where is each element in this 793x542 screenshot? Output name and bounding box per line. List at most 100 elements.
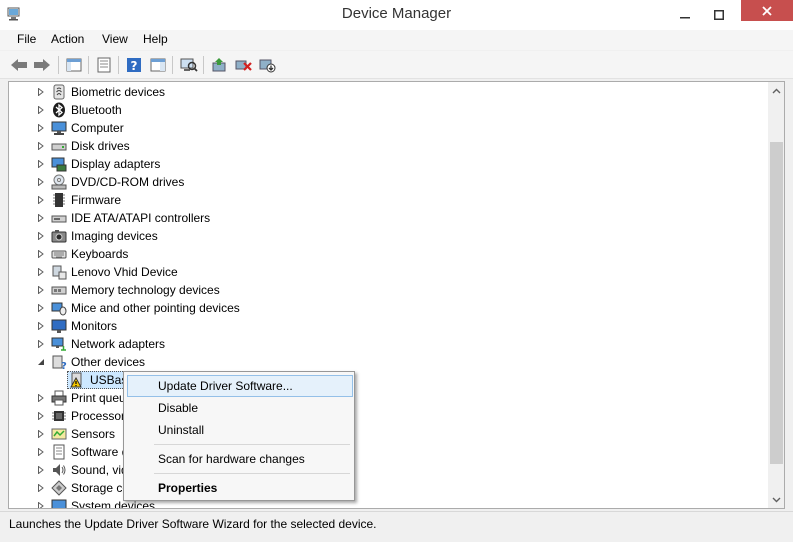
title-bar[interactable]: Device Manager (0, 0, 793, 30)
expand-arrow-icon[interactable] (36, 321, 46, 331)
expand-arrow-icon[interactable] (36, 231, 46, 241)
expand-arrow-icon[interactable] (36, 339, 46, 349)
tree-item-label: Memory technology devices (71, 283, 220, 297)
scroll-up-button[interactable] (768, 82, 784, 99)
collapse-arrow-icon[interactable] (36, 357, 46, 367)
properties-icon (97, 57, 111, 73)
tree-item-disk-drives[interactable]: Disk drives (9, 137, 769, 155)
expand-arrow-icon[interactable] (36, 393, 46, 403)
expand-arrow-icon[interactable] (36, 285, 46, 295)
back-button[interactable] (9, 55, 29, 75)
expand-arrow-icon[interactable] (36, 177, 46, 187)
warning-device-icon (69, 372, 85, 388)
scan-hardware-button[interactable] (179, 55, 199, 75)
tree-item-other-devices[interactable]: ? Other devices (9, 353, 769, 372)
show-hide-tree-icon (66, 58, 82, 72)
expand-arrow-icon[interactable] (36, 267, 46, 277)
expand-arrow-icon[interactable] (36, 87, 46, 97)
tree-item-network-adapters[interactable]: Network adapters (9, 335, 769, 353)
menu-view[interactable]: View (102, 32, 128, 46)
help-button[interactable]: ? (124, 55, 144, 75)
tree-item-computer[interactable]: Computer (9, 119, 769, 137)
toolbar-separator (172, 56, 173, 74)
action-pane-button[interactable] (148, 55, 168, 75)
tree-item-dvd-drives[interactable]: DVD/CD-ROM drives (9, 173, 769, 191)
system-device-icon (51, 498, 67, 508)
status-bar: Launches the Update Driver Software Wiza… (0, 511, 793, 535)
expand-arrow-icon[interactable] (36, 411, 46, 421)
expand-arrow-icon[interactable] (36, 465, 46, 475)
status-text: Launches the Update Driver Software Wiza… (9, 517, 377, 531)
menu-item-label: Disable (158, 401, 199, 415)
menu-file[interactable]: File (17, 32, 36, 46)
disable-device-button[interactable] (258, 55, 278, 75)
expand-arrow-icon[interactable] (36, 447, 46, 457)
tree-item-imaging-devices[interactable]: Imaging devices (9, 227, 769, 245)
chevron-up-icon (772, 88, 781, 93)
menu-item-label: Scan for hardware changes (158, 452, 305, 466)
tree-item-label: Disk drives (71, 139, 130, 153)
expand-arrow-icon[interactable] (36, 501, 46, 508)
expand-arrow-icon[interactable] (36, 429, 46, 439)
expand-arrow-icon[interactable] (36, 105, 46, 115)
menu-properties[interactable]: Properties (127, 477, 353, 499)
toolbar-separator (58, 56, 59, 74)
vertical-scrollbar[interactable] (768, 82, 784, 508)
expand-arrow-icon[interactable] (36, 159, 46, 169)
menu-bar: File Action View Help (0, 30, 793, 50)
scroll-down-button[interactable] (768, 491, 784, 508)
ide-controller-icon (51, 210, 67, 226)
svg-text:?: ? (61, 361, 67, 370)
expand-arrow-icon[interactable] (36, 303, 46, 313)
tree-item-lenovo-vhid[interactable]: Lenovo Vhid Device (9, 263, 769, 281)
tree-item-label: Lenovo Vhid Device (71, 265, 178, 279)
tree-item-label: DVD/CD-ROM drives (71, 175, 185, 189)
tree-item-label: Biometric devices (71, 85, 166, 99)
properties-button[interactable] (94, 55, 114, 75)
tree-item-bluetooth[interactable]: Bluetooth (9, 101, 769, 119)
menu-scan-hardware-changes[interactable]: Scan for hardware changes (127, 448, 353, 470)
expand-arrow-icon[interactable] (36, 123, 46, 133)
tree-item-biometric[interactable]: Biometric devices (9, 83, 769, 101)
tree-item-label: Computer (71, 121, 124, 135)
tree-item-label: Mice and other pointing devices (71, 301, 240, 315)
tree-item-memory-technology[interactable]: Memory technology devices (9, 281, 769, 299)
dvd-drive-icon (51, 174, 67, 190)
show-hide-tree-button[interactable] (64, 55, 84, 75)
update-driver-button[interactable] (210, 55, 230, 75)
expand-arrow-icon[interactable] (36, 249, 46, 259)
tree-item-label: Software d (71, 445, 129, 459)
menu-help[interactable]: Help (143, 32, 168, 46)
tree-item-keyboards[interactable]: Keyboards (9, 245, 769, 263)
tree-item-monitors[interactable]: Monitors (9, 317, 769, 335)
minimize-button[interactable] (668, 0, 702, 30)
disk-drive-icon (51, 138, 67, 154)
uninstall-icon (235, 60, 252, 71)
forward-arrow-icon (34, 59, 50, 71)
menu-uninstall[interactable]: Uninstall (127, 419, 353, 441)
minimize-icon (680, 17, 690, 19)
processor-icon (51, 408, 67, 424)
expand-arrow-icon[interactable] (36, 213, 46, 223)
tree-item-display-adapters[interactable]: Display adapters (9, 155, 769, 173)
sensor-icon (51, 426, 67, 442)
tree-item-label: IDE ATA/ATAPI controllers (71, 211, 211, 225)
toolbar-separator (88, 56, 89, 74)
menu-update-driver-software[interactable]: Update Driver Software... (127, 375, 353, 397)
tree-item-ide-controllers[interactable]: IDE ATA/ATAPI controllers (9, 209, 769, 227)
expand-arrow-icon[interactable] (36, 141, 46, 151)
menu-disable[interactable]: Disable (127, 397, 353, 419)
menu-action[interactable]: Action (51, 32, 84, 46)
expand-arrow-icon[interactable] (36, 483, 46, 493)
storage-controller-icon (51, 480, 67, 496)
expand-arrow-icon[interactable] (36, 195, 46, 205)
maximize-button[interactable] (702, 0, 736, 30)
tree-item-label: Print queu (71, 391, 126, 405)
tree-item-firmware[interactable]: Firmware (9, 191, 769, 209)
tree-item-label: Display adapters (71, 157, 161, 171)
uninstall-button[interactable] (234, 55, 254, 75)
scrollbar-thumb[interactable] (770, 142, 783, 464)
tree-item-mice[interactable]: Mice and other pointing devices (9, 299, 769, 317)
close-button[interactable] (741, 0, 793, 21)
forward-button[interactable] (32, 55, 52, 75)
